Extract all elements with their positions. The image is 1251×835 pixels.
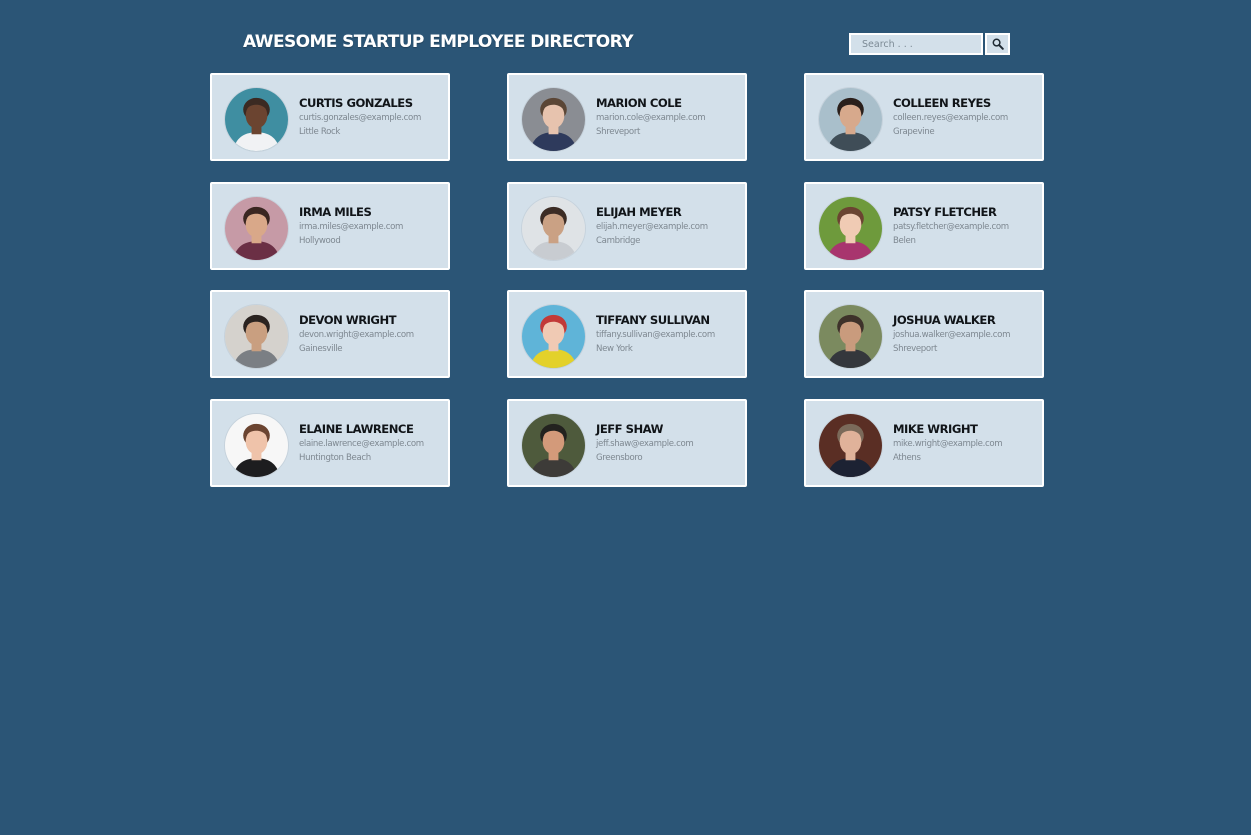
employee-card[interactable]: JEFF SHAW jeff.shaw@example.com Greensbo… bbox=[507, 399, 747, 487]
search-form bbox=[849, 33, 1010, 55]
employee-name: TIFFANY SULLIVAN bbox=[596, 313, 710, 327]
employee-email: colleen.reyes@example.com bbox=[893, 113, 1008, 123]
employee-card[interactable]: ELIJAH MEYER elijah.meyer@example.com Ca… bbox=[507, 182, 747, 270]
search-button[interactable] bbox=[985, 33, 1010, 55]
employee-email: joshua.walker@example.com bbox=[893, 330, 1011, 340]
employee-email: mike.wright@example.com bbox=[893, 439, 1003, 449]
avatar bbox=[522, 305, 585, 368]
employee-email: elaine.lawrence@example.com bbox=[299, 439, 424, 449]
employee-city: Little Rock bbox=[299, 127, 341, 137]
avatar bbox=[225, 305, 288, 368]
employee-email: tiffany.sullivan@example.com bbox=[596, 330, 715, 340]
employee-email: patsy.fletcher@example.com bbox=[893, 222, 1009, 232]
employee-email: jeff.shaw@example.com bbox=[596, 439, 694, 449]
avatar bbox=[819, 88, 882, 151]
employee-email: devon.wright@example.com bbox=[299, 330, 414, 340]
employee-city: New York bbox=[596, 344, 633, 354]
employee-card[interactable]: MARION COLE marion.cole@example.com Shre… bbox=[507, 73, 747, 161]
employee-city: Gainesville bbox=[299, 344, 343, 354]
employee-email: elijah.meyer@example.com bbox=[596, 222, 708, 232]
employee-name: JOSHUA WALKER bbox=[893, 313, 996, 327]
employee-email: marion.cole@example.com bbox=[596, 113, 706, 123]
avatar bbox=[225, 414, 288, 477]
employee-card[interactable]: PATSY FLETCHER patsy.fletcher@example.co… bbox=[804, 182, 1044, 270]
employee-city: Hollywood bbox=[299, 236, 341, 246]
employee-card[interactable]: JOSHUA WALKER joshua.walker@example.com … bbox=[804, 290, 1044, 378]
employee-name: CURTIS GONZALES bbox=[299, 96, 413, 110]
search-input[interactable] bbox=[849, 33, 983, 55]
employee-city: Shreveport bbox=[596, 127, 641, 137]
search-icon bbox=[992, 38, 1004, 50]
employee-name: ELAINE LAWRENCE bbox=[299, 422, 414, 436]
employee-name: DEVON WRIGHT bbox=[299, 313, 397, 327]
employee-card[interactable]: IRMA MILES irma.miles@example.com Hollyw… bbox=[210, 182, 450, 270]
employee-city: Athens bbox=[893, 453, 921, 463]
employee-name: PATSY FLETCHER bbox=[893, 205, 997, 219]
employee-city: Shreveport bbox=[893, 344, 938, 354]
employee-card[interactable]: ELAINE LAWRENCE elaine.lawrence@example.… bbox=[210, 399, 450, 487]
avatar bbox=[819, 414, 882, 477]
avatar bbox=[225, 88, 288, 151]
avatar bbox=[522, 88, 585, 151]
employee-city: Cambridge bbox=[596, 236, 641, 246]
employee-name: COLLEEN REYES bbox=[893, 96, 991, 110]
employee-name: JEFF SHAW bbox=[596, 422, 663, 436]
employee-city: Belen bbox=[893, 236, 916, 246]
employee-email: curtis.gonzales@example.com bbox=[299, 113, 421, 123]
avatar bbox=[819, 305, 882, 368]
employee-name: ELIJAH MEYER bbox=[596, 205, 682, 219]
employee-card[interactable]: CURTIS GONZALES curtis.gonzales@example.… bbox=[210, 73, 450, 161]
employee-card[interactable]: MIKE WRIGHT mike.wright@example.com Athe… bbox=[804, 399, 1044, 487]
avatar bbox=[522, 414, 585, 477]
employee-city: Grapevine bbox=[893, 127, 935, 137]
avatar bbox=[819, 197, 882, 260]
employee-email: irma.miles@example.com bbox=[299, 222, 404, 232]
page-title: AWESOME STARTUP EMPLOYEE DIRECTORY bbox=[243, 32, 634, 52]
avatar bbox=[522, 197, 585, 260]
employee-city: Huntington Beach bbox=[299, 453, 371, 463]
employee-card[interactable]: TIFFANY SULLIVAN tiffany.sullivan@exampl… bbox=[507, 290, 747, 378]
employee-card[interactable]: DEVON WRIGHT devon.wright@example.com Ga… bbox=[210, 290, 450, 378]
employee-name: MARION COLE bbox=[596, 96, 682, 110]
employee-city: Greensboro bbox=[596, 453, 643, 463]
employee-card[interactable]: COLLEEN REYES colleen.reyes@example.com … bbox=[804, 73, 1044, 161]
avatar bbox=[225, 197, 288, 260]
employee-name: MIKE WRIGHT bbox=[893, 422, 978, 436]
employee-name: IRMA MILES bbox=[299, 205, 372, 219]
